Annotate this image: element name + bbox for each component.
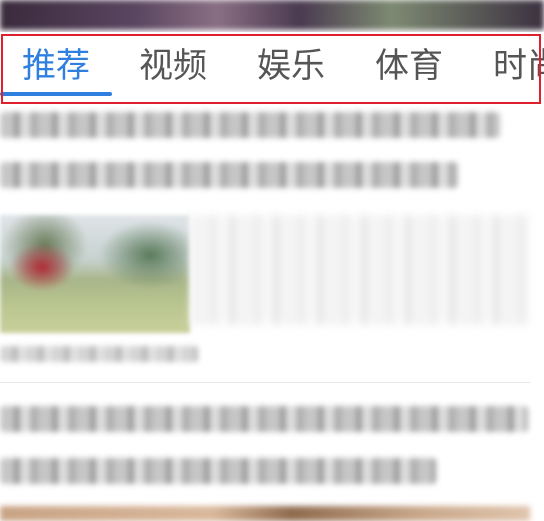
article-title-line[interactable]	[0, 458, 436, 484]
news-app-screen: 推荐 视频 娱乐 体育 时尚	[0, 0, 544, 521]
article-meta-line	[0, 346, 198, 362]
article-thumbnail-blurred[interactable]	[190, 215, 530, 325]
article-title-line[interactable]	[0, 162, 458, 188]
active-tab-indicator	[0, 92, 112, 96]
article-title-line[interactable]	[0, 112, 500, 138]
tab-entertainment[interactable]: 娱乐	[257, 46, 325, 86]
tab-video[interactable]: 视频	[139, 46, 207, 86]
article-thumbnail[interactable]	[0, 215, 190, 333]
channel-tab-bar: 推荐 视频 娱乐 体育 时尚	[0, 32, 544, 104]
next-article-thumbnail[interactable]	[0, 506, 530, 521]
feed-divider	[0, 382, 530, 383]
tab-sports[interactable]: 体育	[375, 46, 443, 86]
tab-recommend[interactable]: 推荐	[22, 46, 90, 86]
tab-fashion[interactable]: 时尚	[493, 46, 544, 86]
article-title-line[interactable]	[0, 406, 528, 432]
top-banner-image	[0, 0, 544, 30]
